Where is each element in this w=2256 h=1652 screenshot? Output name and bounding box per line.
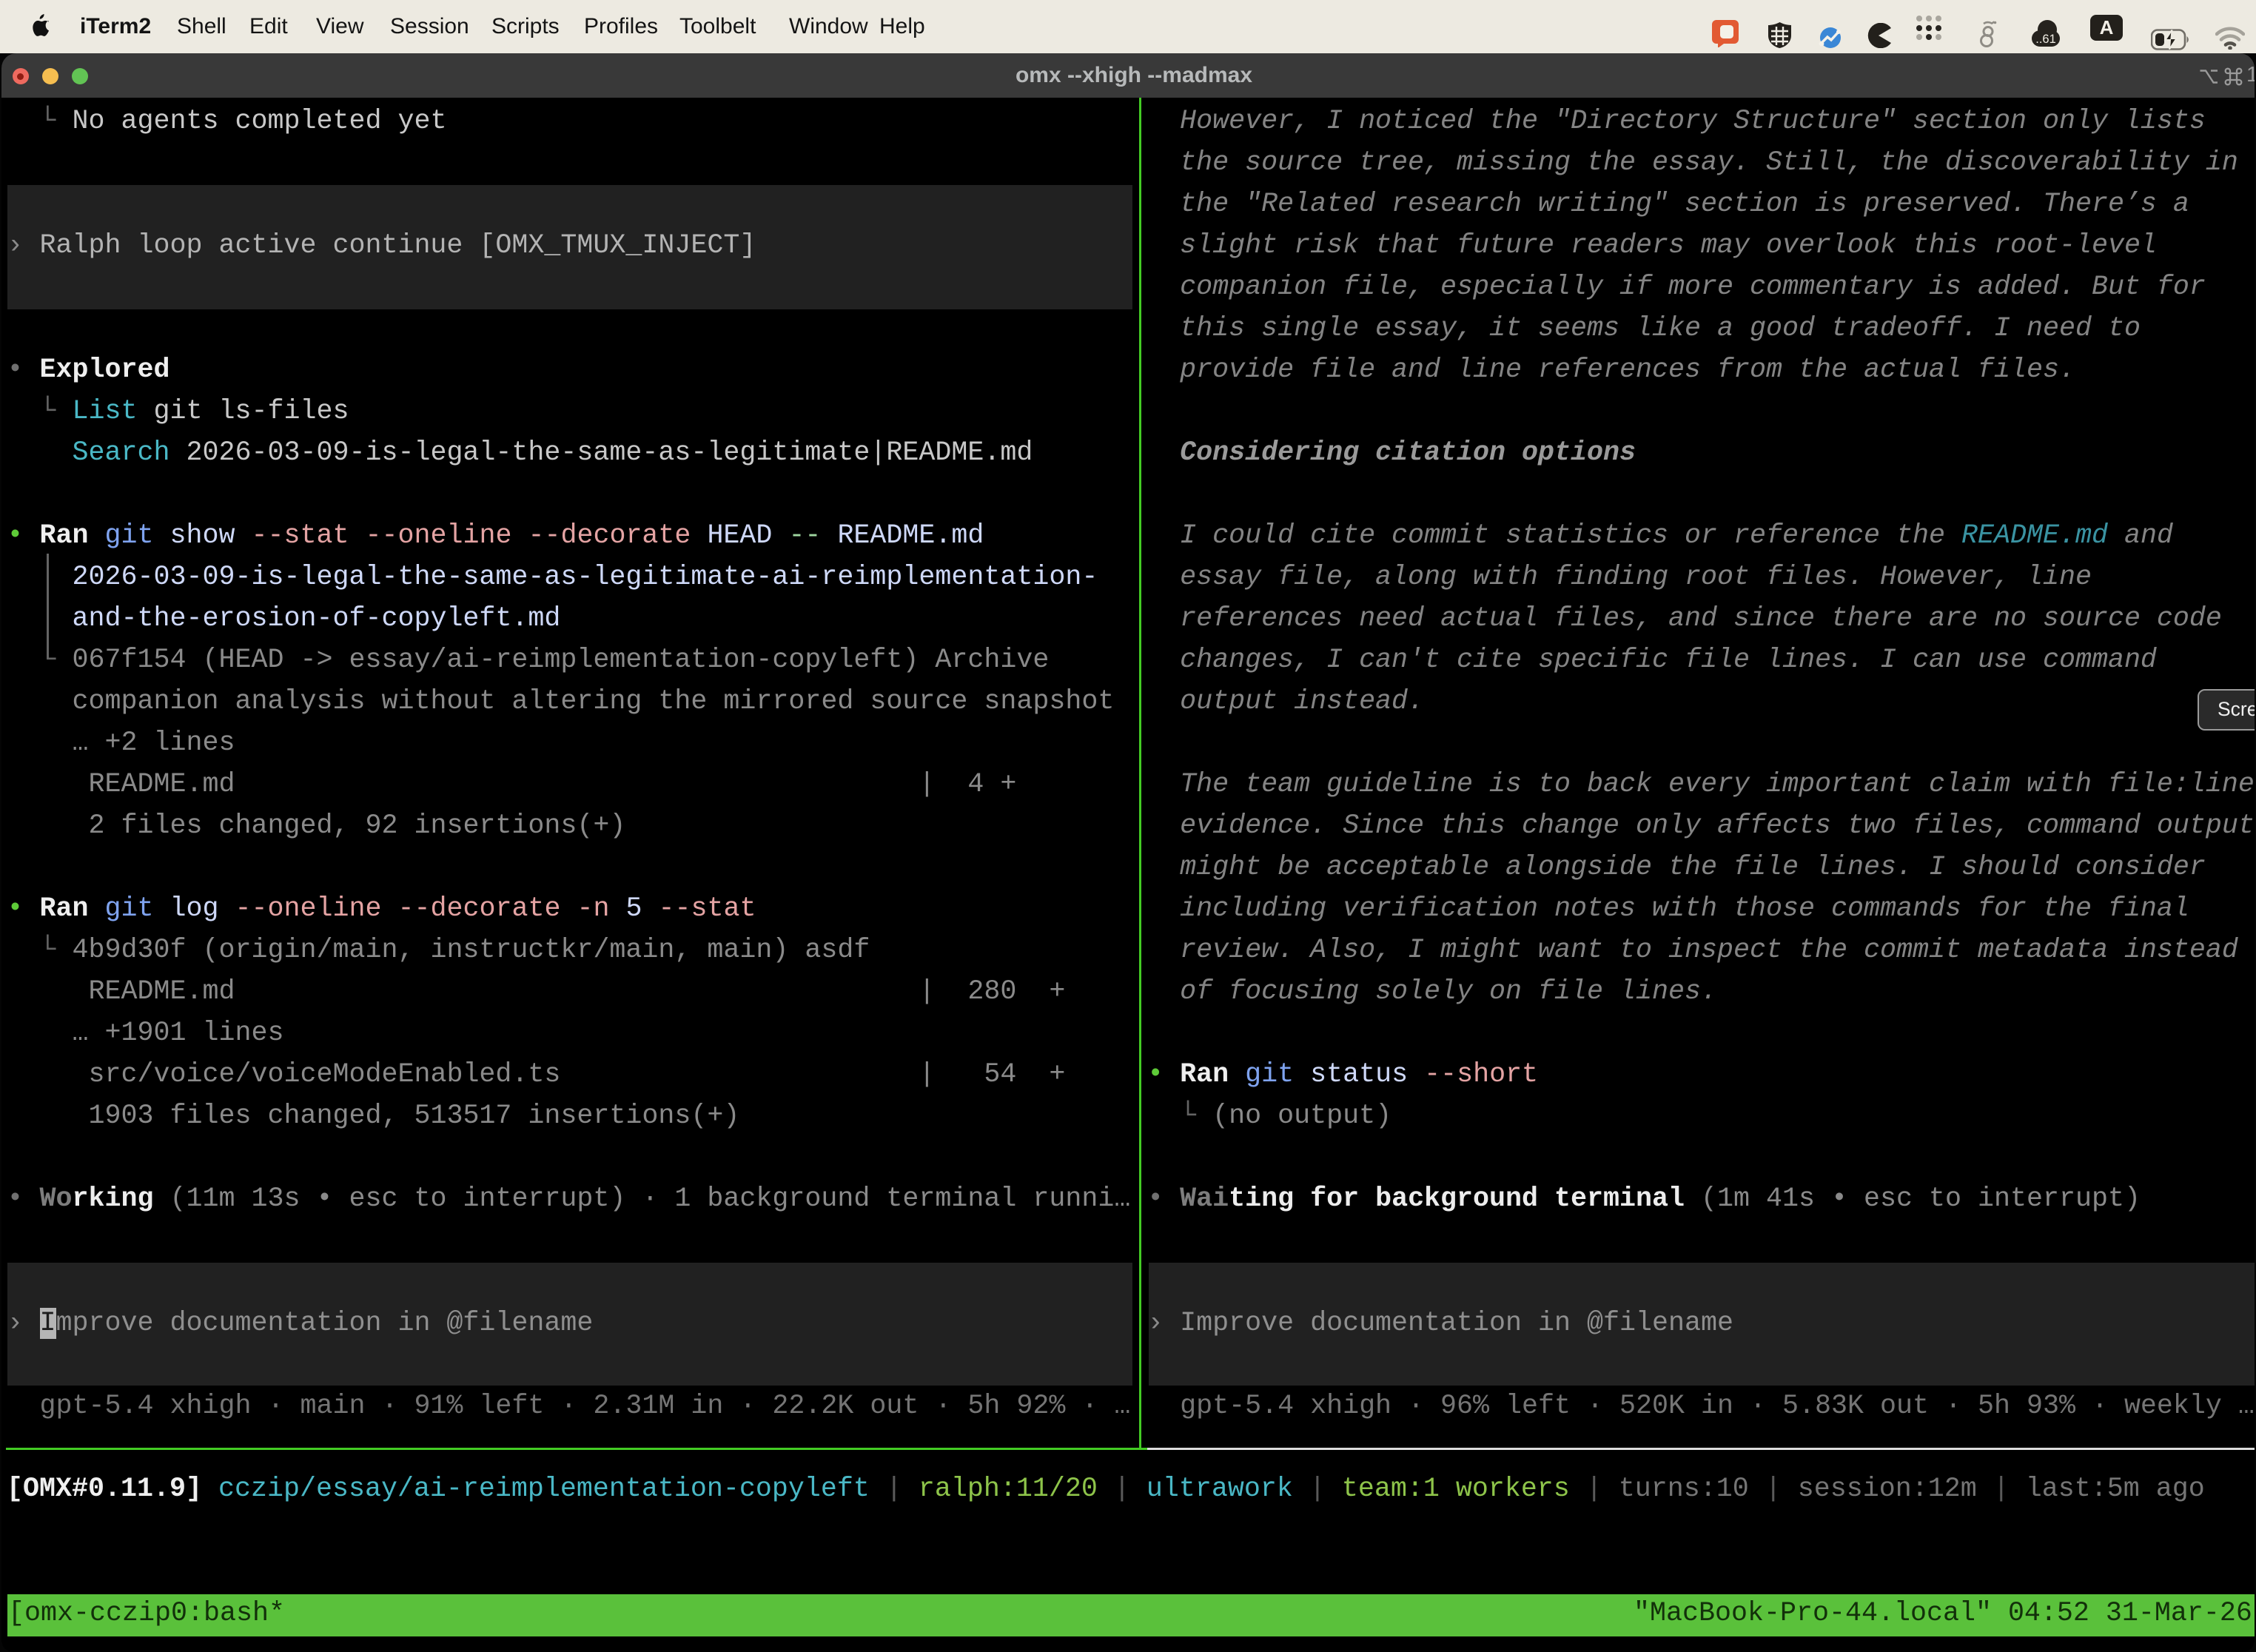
svg-text:..61: ..61 <box>2035 33 2056 46</box>
